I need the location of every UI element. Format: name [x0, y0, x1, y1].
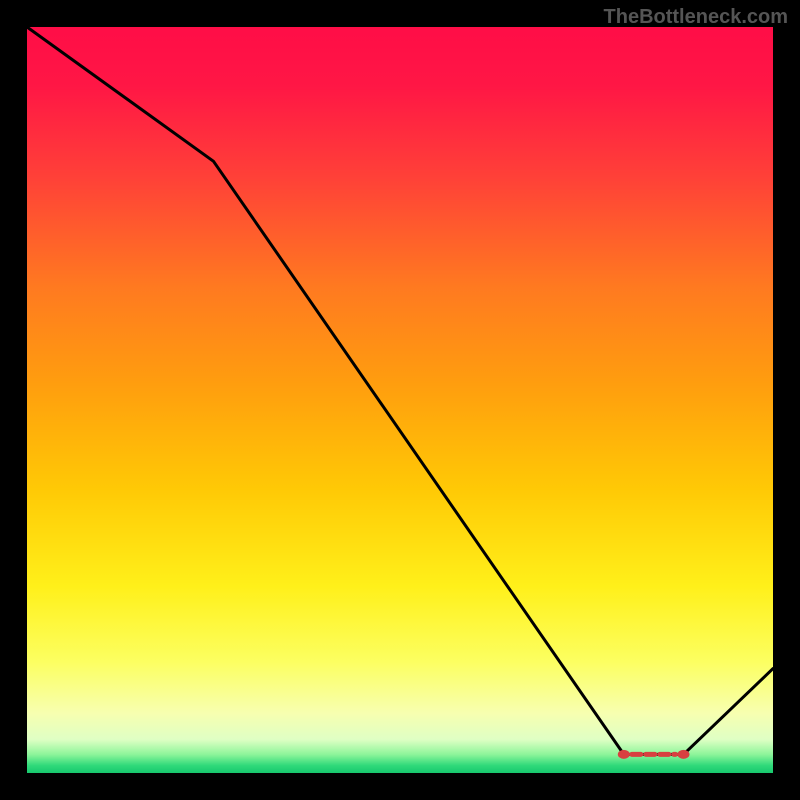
chart-svg [27, 27, 773, 773]
chart-container: TheBottleneck.com [0, 0, 800, 800]
gradient-bg [27, 27, 773, 773]
watermark-text: TheBottleneck.com [604, 6, 788, 29]
plot-area [27, 27, 773, 773]
